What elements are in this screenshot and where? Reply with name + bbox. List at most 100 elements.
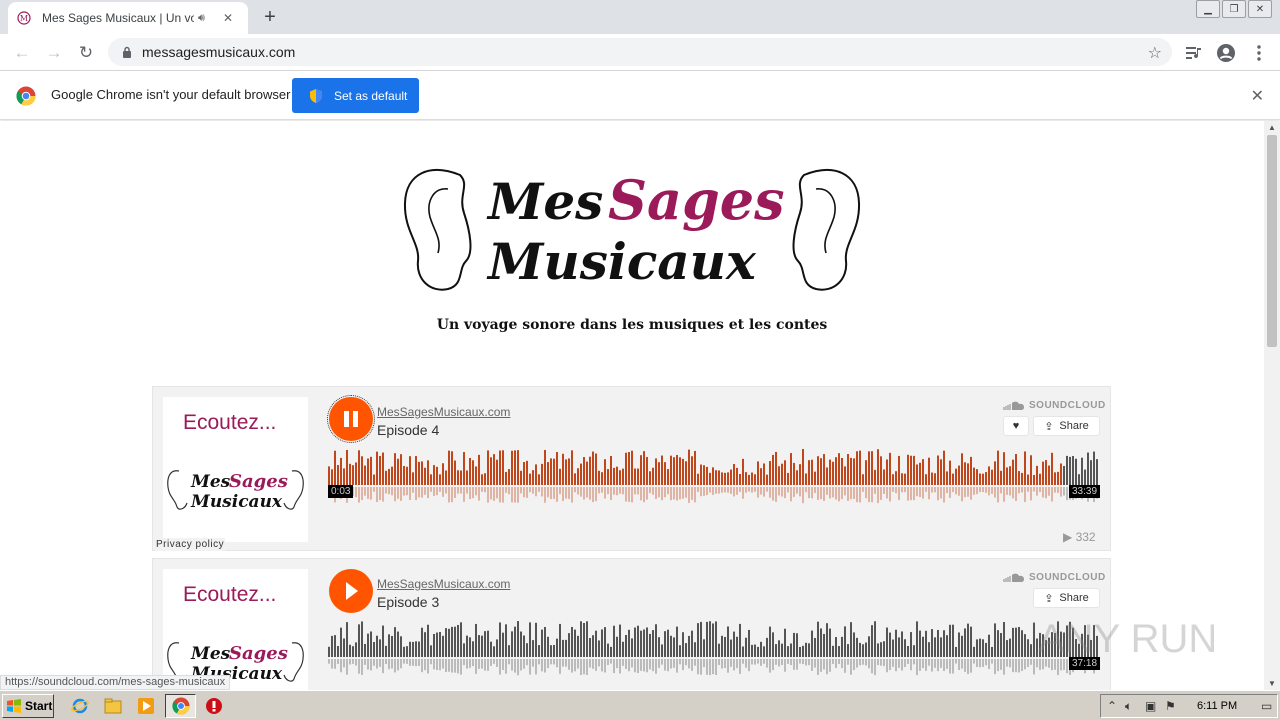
like-button[interactable]: ♥ bbox=[1003, 416, 1029, 436]
track-artwork[interactable]: Ecoutez... Mes Sages Musicaux bbox=[163, 569, 308, 690]
waveform-reflection-bar bbox=[850, 659, 852, 675]
taskbar-clock[interactable]: 6:11 PM bbox=[1197, 700, 1237, 712]
waveform-bar bbox=[370, 631, 372, 657]
tab-close-icon[interactable]: ✕ bbox=[220, 11, 236, 25]
waveform-reflection-bar bbox=[1048, 487, 1050, 496]
waveform-bar bbox=[820, 458, 822, 485]
waveform-bar bbox=[829, 459, 831, 485]
waveform[interactable] bbox=[328, 449, 1101, 519]
set-as-default-button[interactable]: Set as default bbox=[292, 78, 419, 113]
waveform-reflection-bar bbox=[730, 487, 732, 494]
lock-icon[interactable] bbox=[120, 45, 134, 59]
waveform-bar bbox=[1006, 467, 1008, 485]
infobar-close-icon[interactable]: ✕ bbox=[1251, 86, 1264, 106]
reload-icon[interactable]: ↻ bbox=[72, 39, 100, 67]
waveform-reflection-bar bbox=[397, 659, 399, 671]
waveform-reflection-bar bbox=[430, 487, 432, 492]
back-arrow-icon[interactable]: ← bbox=[8, 39, 36, 67]
play-button[interactable] bbox=[329, 569, 373, 613]
share-button[interactable]: ⇪ Share bbox=[1033, 416, 1100, 436]
waveform-bar bbox=[841, 636, 843, 657]
minimize-button[interactable]: ▁ bbox=[1196, 0, 1220, 18]
waveform-reflection-bar bbox=[388, 487, 390, 495]
network-icon[interactable]: ▣ bbox=[1145, 699, 1156, 713]
track-artwork[interactable]: Ecoutez... Mes Sages Musicaux bbox=[163, 397, 308, 542]
waveform-reflection-bar bbox=[898, 659, 900, 668]
waveform-bar bbox=[730, 469, 732, 485]
waveform-bar bbox=[517, 450, 519, 485]
waveform-reflection-bar bbox=[1003, 659, 1005, 675]
waveform-reflection-bar bbox=[577, 659, 579, 669]
page-scrollbar[interactable]: ▲ ▼ bbox=[1264, 121, 1280, 690]
opera-icon[interactable] bbox=[204, 696, 224, 716]
waveform-reflection-bar bbox=[964, 487, 966, 498]
waveform-reflection-bar bbox=[1021, 659, 1023, 672]
start-button[interactable]: Start bbox=[2, 694, 54, 718]
waveform-bar bbox=[850, 457, 852, 485]
waveform-bar bbox=[844, 626, 846, 657]
soundcloud-logo[interactable]: SOUNDCLOUD bbox=[1003, 572, 1106, 583]
volume-icon[interactable]: 🔈︎ bbox=[1125, 699, 1132, 714]
waveform-bar bbox=[349, 644, 351, 657]
file-explorer-icon[interactable] bbox=[103, 696, 123, 716]
scroll-down-arrow-icon[interactable]: ▼ bbox=[1268, 679, 1276, 688]
tab-active[interactable]: M Mes Sages Musicaux | Un voyage sonore … bbox=[8, 2, 248, 34]
scroll-thumb[interactable] bbox=[1267, 135, 1277, 347]
waveform-reflection-bar bbox=[451, 487, 453, 503]
waveform[interactable] bbox=[328, 621, 1101, 690]
waveform-reflection-bar bbox=[583, 659, 585, 675]
tray-expand-icon[interactable]: ⌃ bbox=[1107, 699, 1117, 713]
waveform-bar bbox=[1033, 622, 1035, 657]
waveform-bar bbox=[943, 630, 945, 657]
waveform-reflection-bar bbox=[526, 659, 528, 666]
forward-arrow-icon[interactable]: → bbox=[40, 39, 68, 67]
restore-button[interactable]: ❐ bbox=[1222, 0, 1246, 18]
track-user-link[interactable]: MesSagesMusicaux.com bbox=[377, 577, 510, 591]
waveform-bar bbox=[772, 454, 774, 485]
waveform-bar bbox=[1078, 474, 1080, 485]
soundcloud-logo[interactable]: SOUNDCLOUD bbox=[1003, 400, 1106, 411]
track-user-link[interactable]: MesSagesMusicaux.com bbox=[377, 405, 510, 419]
waveform-bar bbox=[445, 628, 447, 657]
browser-toolbar: ← → ↻ messagesmusicaux.com ☆ bbox=[0, 34, 1280, 71]
waveform-bar bbox=[808, 460, 810, 485]
waveform-bar bbox=[622, 468, 624, 485]
waveform-reflection-bar bbox=[487, 487, 489, 503]
privacy-policy-link[interactable]: Privacy policy bbox=[155, 538, 226, 551]
waveform-bar bbox=[793, 462, 795, 485]
new-tab-button[interactable]: + bbox=[258, 6, 282, 28]
track-title[interactable]: Episode 4 bbox=[377, 422, 439, 438]
waveform-reflection-bar bbox=[373, 487, 375, 492]
internet-explorer-icon[interactable] bbox=[70, 696, 90, 716]
pause-button[interactable] bbox=[327, 395, 375, 443]
waveform-bar bbox=[961, 635, 963, 657]
waveform-reflection-bar bbox=[649, 487, 651, 494]
waveform-bar bbox=[856, 637, 858, 657]
waveform-bar bbox=[928, 642, 930, 657]
waveform-bar bbox=[652, 467, 654, 485]
waveform-reflection-bar bbox=[559, 659, 561, 674]
close-window-button[interactable]: ✕ bbox=[1248, 0, 1272, 18]
waveform-reflection-bar bbox=[943, 487, 945, 503]
waveform-bar bbox=[796, 633, 798, 657]
scroll-up-arrow-icon[interactable]: ▲ bbox=[1268, 123, 1276, 132]
chrome-taskbar-icon[interactable] bbox=[171, 696, 191, 716]
address-bar[interactable]: messagesmusicaux.com ☆ bbox=[108, 38, 1172, 66]
waveform-reflection-bar bbox=[415, 487, 417, 501]
waveform-bar bbox=[595, 630, 597, 657]
bookmark-star-icon[interactable]: ☆ bbox=[1148, 43, 1162, 63]
menu-kebab-icon[interactable] bbox=[1246, 40, 1272, 66]
action-center-flag-icon[interactable]: ⚑ bbox=[1165, 699, 1176, 713]
share-icon: ⇪ bbox=[1044, 592, 1054, 605]
media-player-icon[interactable] bbox=[136, 696, 156, 716]
waveform-reflection-bar bbox=[934, 659, 936, 668]
profile-avatar-icon[interactable] bbox=[1213, 40, 1239, 66]
waveform-reflection-bar bbox=[550, 487, 552, 499]
waveform-reflection-bar bbox=[931, 487, 933, 493]
speaker-icon[interactable]: 🔊︎ bbox=[198, 12, 214, 25]
waveform-bar bbox=[967, 463, 969, 485]
show-desktop-icon[interactable]: ▭ bbox=[1261, 699, 1272, 713]
track-title[interactable]: Episode 3 bbox=[377, 594, 439, 610]
media-controls-icon[interactable] bbox=[1181, 40, 1207, 66]
waveform-bar bbox=[496, 639, 498, 657]
